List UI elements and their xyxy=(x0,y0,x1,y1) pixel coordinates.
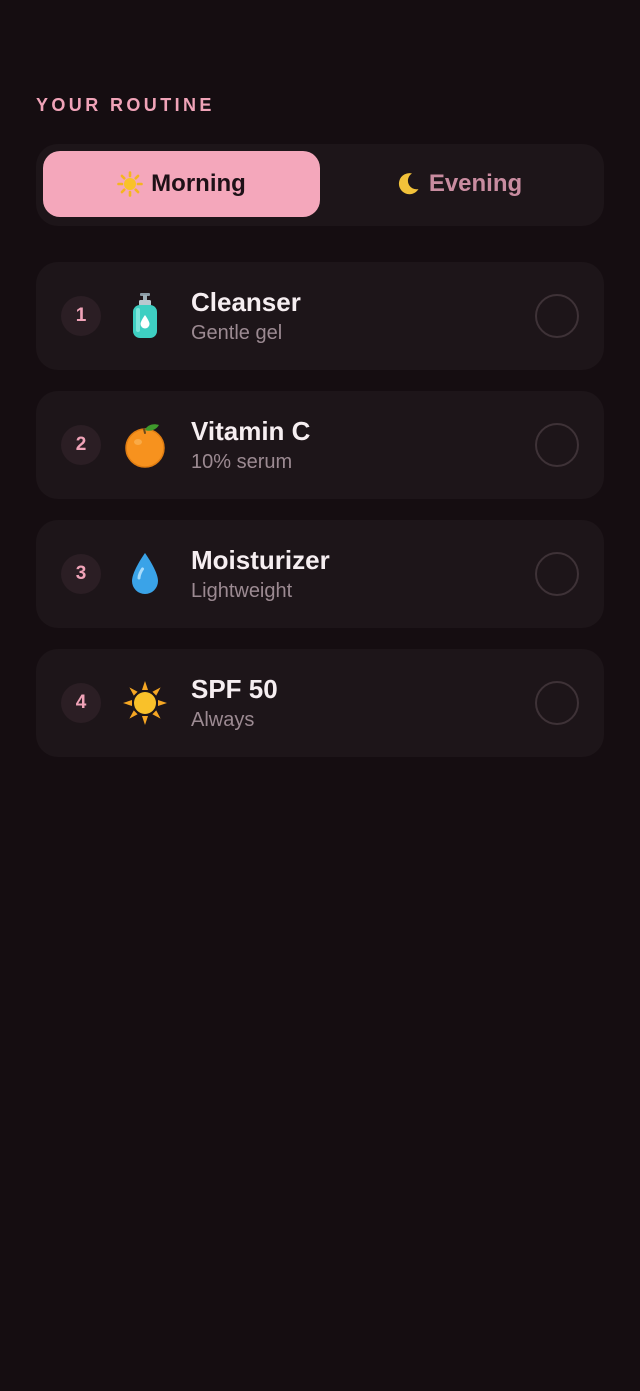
lotion-bottle-icon xyxy=(121,290,169,342)
step-number: 4 xyxy=(61,683,101,723)
routine-step-vitamin-c[interactable]: 2 Vitamin C 10% serum xyxy=(36,391,604,499)
routine-step-cleanser[interactable]: 1 Cleanser Gentle gel xyxy=(36,262,604,370)
step-number: 3 xyxy=(61,554,101,594)
tab-morning-label: Morning xyxy=(151,170,246,197)
step-description: Always xyxy=(191,709,255,731)
tab-morning[interactable]: Morning xyxy=(43,151,320,217)
tangerine-icon xyxy=(121,419,169,471)
sun-icon xyxy=(121,677,169,729)
sun-icon xyxy=(117,171,143,197)
step-description: Gentle gel xyxy=(191,322,283,344)
routine-step-spf-50[interactable]: 4 SPF 50 Always xyxy=(36,649,604,757)
section-title: YOUR ROUTINE xyxy=(36,95,215,115)
step-checkbox[interactable] xyxy=(535,552,579,596)
step-number: 1 xyxy=(61,296,101,336)
tab-evening-label: Evening xyxy=(428,170,523,197)
step-checkbox[interactable] xyxy=(535,423,579,467)
step-name: SPF 50 xyxy=(191,674,278,704)
crescent-moon-icon xyxy=(395,171,421,197)
step-name: Cleanser xyxy=(191,287,301,317)
tab-evening[interactable]: Evening xyxy=(320,151,597,217)
step-description: 10% serum xyxy=(191,451,293,473)
step-checkbox[interactable] xyxy=(535,294,579,338)
routine-tabs: Morning Evening xyxy=(36,144,604,226)
droplet-icon xyxy=(121,548,169,600)
step-checkbox[interactable] xyxy=(535,681,579,725)
routine-step-moisturizer[interactable]: 3 Moisturizer Lightweight xyxy=(36,520,604,628)
step-name: Moisturizer xyxy=(191,545,330,575)
step-description: Lightweight xyxy=(191,580,293,602)
routine-steps-list: 1 Cleanser Gentle gel 2 Vitamin C 10% se… xyxy=(36,262,604,778)
step-number: 2 xyxy=(61,425,101,465)
step-name: Vitamin C xyxy=(191,416,311,446)
